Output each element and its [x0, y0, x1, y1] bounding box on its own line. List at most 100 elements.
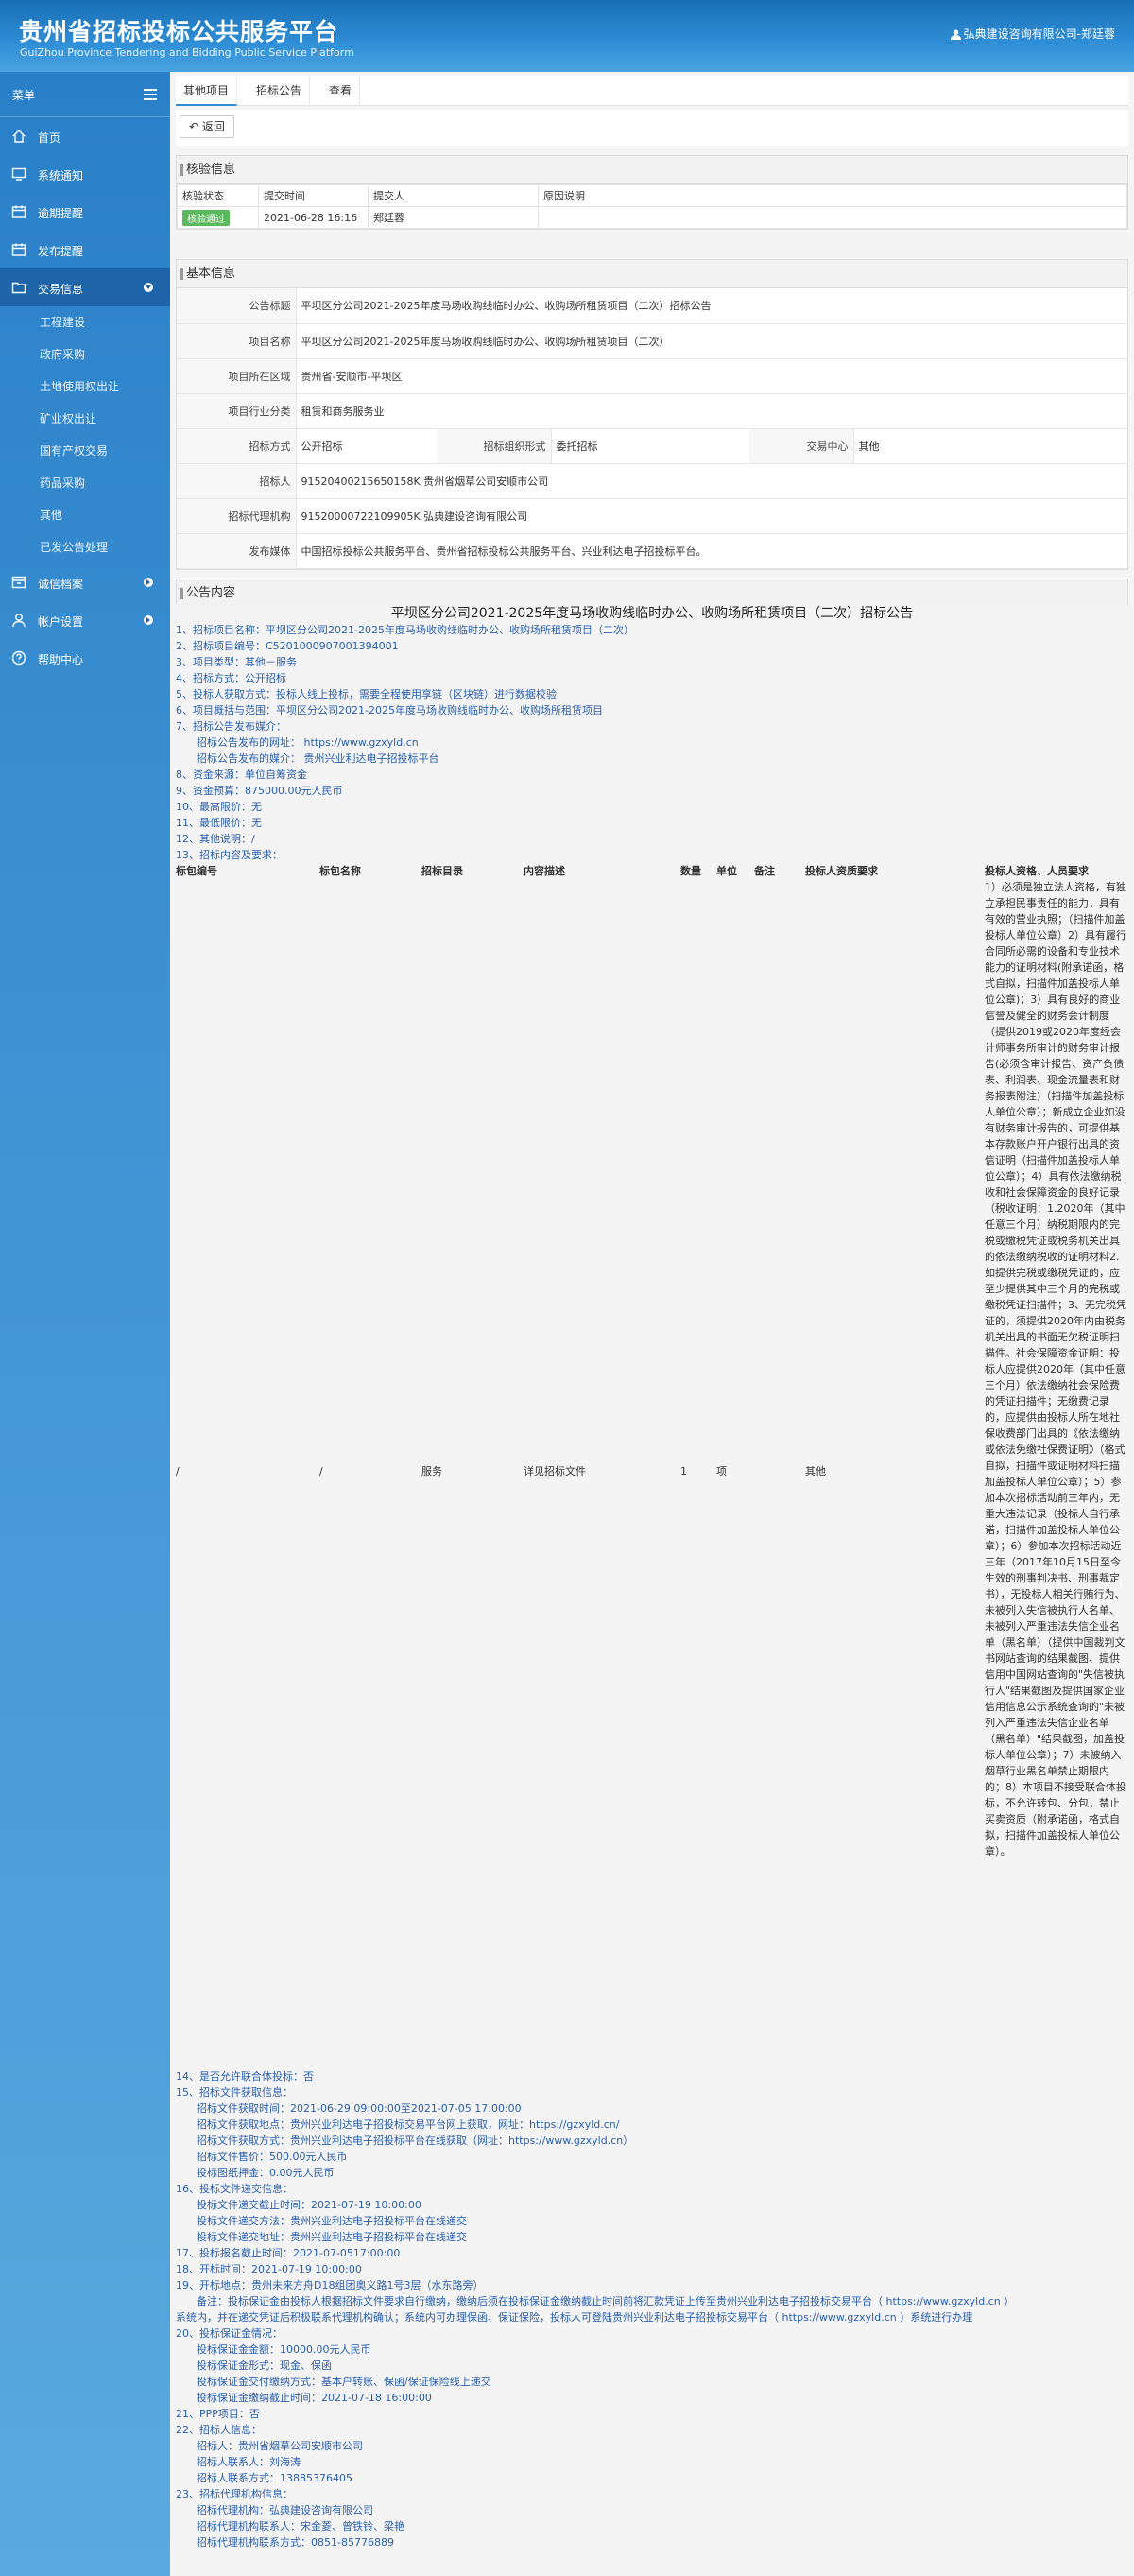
notice-line: 投标保证金形式：现金、保函: [197, 2360, 332, 2372]
sidebar-subitem-state-property[interactable]: 国有产权交易: [0, 435, 170, 467]
folder-icon: [11, 282, 26, 294]
calendar-icon: [11, 243, 26, 256]
sidebar-subitem-gov-procurement[interactable]: 政府采购: [0, 338, 170, 371]
basic-section: 基本信息 公告标题 平坝区分公司2021-2025年度马场收购线临时办公、收购场所…: [176, 259, 1128, 570]
notice-line: 5、投标人获取方式：投标人线上投标，需要全程使用享链（区块链）进行数据校验: [176, 688, 557, 700]
sidebar-subitem-published[interactable]: 已发公告处理: [0, 531, 170, 563]
field-label: 交易中心: [749, 428, 854, 464]
check-header-status: 核验状态: [177, 184, 259, 207]
notice-line: 20、投标保证金情况：: [176, 2327, 283, 2340]
table-cell: 服务: [421, 1465, 442, 1478]
check-header-submitter: 提交人: [368, 184, 539, 207]
project-region: 贵州省-安顺市-平坝区: [296, 358, 1127, 394]
project-industry: 租赁和商务服务业: [296, 393, 1127, 429]
notice-line: 8、资金来源：单位自筹资金: [176, 769, 307, 781]
user-icon: [950, 29, 961, 40]
notice-line: 招标文件获取地点：贵州兴业利达电子招投标交易平台网上获取，网址：https://…: [197, 2118, 620, 2131]
notice-line: 6、项目概括与范围：平坝区分公司2021-2025年度马场收购线临时办公、收购场…: [176, 704, 603, 717]
back-button[interactable]: ↶ 返回: [180, 115, 234, 138]
notice-line: 投标图纸押金：0.00元人民币: [197, 2167, 335, 2179]
notice-line: 投标保证金交付缴纳方式：基本户转账、保函/保证保险线上递交: [197, 2376, 491, 2388]
user-icon: [12, 614, 26, 628]
bidder-requirements: 1）必须是独立法人资格，有独立承担民事责任的能力，具有有效的营业执照；（扫描件加…: [985, 881, 1126, 1858]
monitor-icon: [11, 167, 26, 181]
notice-line: 3、项目类型：其他－服务: [176, 656, 297, 668]
sidebar-subitem-land[interactable]: 土地使用权出让: [0, 371, 170, 403]
notice-line: 招标公告发布的网址： https://www.gzxyld.cn: [197, 736, 419, 749]
menu-label: 菜单: [12, 89, 36, 102]
sidebar-item-home[interactable]: 首页: [0, 117, 170, 155]
sidebar-item-overdue[interactable]: 逾期提醒: [0, 193, 170, 231]
breadcrumb-item-view: 查看: [321, 76, 361, 106]
field-label: 项目行业分类: [177, 393, 297, 429]
notice-line: 招标代理机构联系方式：0851-85776889: [197, 2536, 394, 2549]
sidebar-item-label: 帐户设置: [38, 615, 84, 629]
notice-line: 10、最高限价：无: [176, 801, 262, 813]
table-header: 标包编号: [176, 865, 217, 877]
notice-line: 17、投标报名截止时间：2021-07-0517:00:00: [176, 2247, 401, 2259]
sidebar-item-notices[interactable]: 系统通知: [0, 155, 170, 193]
notice-line: 15、招标文件获取信息：: [176, 2086, 293, 2099]
sidebar-subitem-drugs[interactable]: 药品采购: [0, 467, 170, 499]
sidebar-item-label: 首页: [38, 131, 61, 145]
notice-section-title: 公告内容: [177, 579, 1127, 608]
notice-line: 投标文件递交地址：贵州兴业利达电子招投标平台在线递交: [197, 2231, 467, 2243]
notice-line: 招标文件获取时间：2021-06-29 09:00:00至2021-07-05 …: [197, 2102, 522, 2115]
notice-line: 19、开标地点：贵州未来方舟D18组团奥义路1号3层（水东路旁）: [176, 2279, 484, 2291]
breadcrumb-item-tender-notice[interactable]: 招标公告: [249, 76, 311, 106]
tender-method: 公开招标: [296, 428, 438, 464]
notice-line: 投标文件递交截止时间：2021-07-19 10:00:00: [197, 2199, 421, 2211]
sidebar-item-help[interactable]: 帮助中心: [0, 639, 170, 677]
publish-media: 中国招标投标公共服务平台、贵州省招标投标公共服务平台、兴业利达电子招投标平台。: [296, 533, 1127, 569]
notice-line: 招标人联系人：刘海涛: [197, 2456, 301, 2468]
notice-line: 投标保证金金额：10000.00元人民币: [197, 2343, 371, 2356]
tenderer: 91520400215650158K 贵州省烟草公司安顺市公司: [296, 463, 1127, 499]
hamburger-icon[interactable]: [144, 89, 157, 100]
field-label: 招标代理机构: [177, 498, 297, 534]
sidebar-item-publish[interactable]: 发布提醒: [0, 231, 170, 268]
notice-line: 投标保证金缴纳截止时间：2021-07-18 16:00:00: [197, 2392, 432, 2404]
sidebar-item-account[interactable]: 帐户设置: [0, 601, 170, 639]
notice-line: 22、招标人信息：: [176, 2424, 262, 2436]
sidebar-header: 菜单: [0, 72, 170, 117]
field-label: 招标人: [177, 463, 297, 499]
notice-document-title: 平坝区分公司2021-2025年度马场收购线临时办公、收购场所租赁项目（二次）招…: [390, 606, 914, 621]
sidebar-subitem-other[interactable]: 其他: [0, 499, 170, 531]
archive-icon: [11, 576, 26, 589]
notice-line: 11、最低限价：无: [176, 817, 262, 829]
table-cell: /: [319, 1465, 323, 1478]
sidebar-item-label: 交易信息: [38, 283, 84, 296]
sidebar-item-credit[interactable]: 诚信档案: [0, 563, 170, 601]
back-icon: ↶: [189, 120, 199, 133]
table-header: 备注: [754, 865, 775, 877]
check-header-reason: 原因说明: [538, 184, 1127, 207]
notice-line: 9、资金预算：875000.00元人民币: [176, 785, 343, 797]
notice-line: 招标人联系方式：13885376405: [197, 2472, 352, 2484]
table-header: 标包名称: [319, 865, 361, 877]
table-cell: 其他: [805, 1465, 826, 1478]
sidebar-item-label: 发布提醒: [38, 245, 84, 258]
sidebar-subitem-engineering[interactable]: 工程建设: [0, 306, 170, 338]
notice-content: 平坝区分公司2021-2025年度马场收购线临时办公、收购场所租赁项目（二次）招…: [176, 605, 1128, 2550]
bid-package-table: 标包编号 标包名称 招标目录 内容描述 数量 单位 备注 投标人资质要求 投标人…: [176, 863, 1128, 2068]
sidebar-item-trade[interactable]: 交易信息: [0, 268, 170, 306]
field-label: 公告标题: [177, 288, 297, 324]
sidebar-subitem-mining[interactable]: 矿业权出让: [0, 403, 170, 435]
breadcrumb-item-other-projects[interactable]: 其他项目: [176, 76, 238, 106]
sidebar-item-label: 逾期提醒: [38, 207, 84, 220]
app-subtitle: GuiZhou Province Tendering and Bidding P…: [20, 46, 354, 59]
notice-line: 13、招标内容及要求：: [176, 849, 283, 861]
table-cell: /: [176, 1465, 180, 1478]
notice-line: 2、招标项目编号：C5201000907001394001: [176, 640, 399, 652]
project-name: 平坝区分公司2021-2025年度马场收购线临时办公、收购场所租赁项目（二次）: [296, 323, 1127, 359]
agency: 91520000722109905K 弘典建设咨询有限公司: [296, 498, 1127, 534]
user-menu[interactable]: 弘典建设咨询有限公司-郑廷蓉: [950, 26, 1115, 42]
notice-lines-part-b: 14、是否允许联合体投标：否 15、招标文件获取信息： 招标文件获取时间：2021-…: [176, 2068, 1128, 2550]
notice-line: 7、招标公告发布媒介：: [176, 720, 286, 733]
check-section: 核验信息 核验状态 提交时间 提交人 原因说明 核验通过 2021-06-28 …: [176, 155, 1128, 230]
field-label: 项目所在区域: [177, 358, 297, 394]
field-label: 招标组织形式: [438, 428, 552, 464]
calendar-icon: [11, 205, 26, 218]
notice-line: 12、其他说明：/: [176, 833, 255, 845]
field-label: 发布媒体: [177, 533, 297, 569]
